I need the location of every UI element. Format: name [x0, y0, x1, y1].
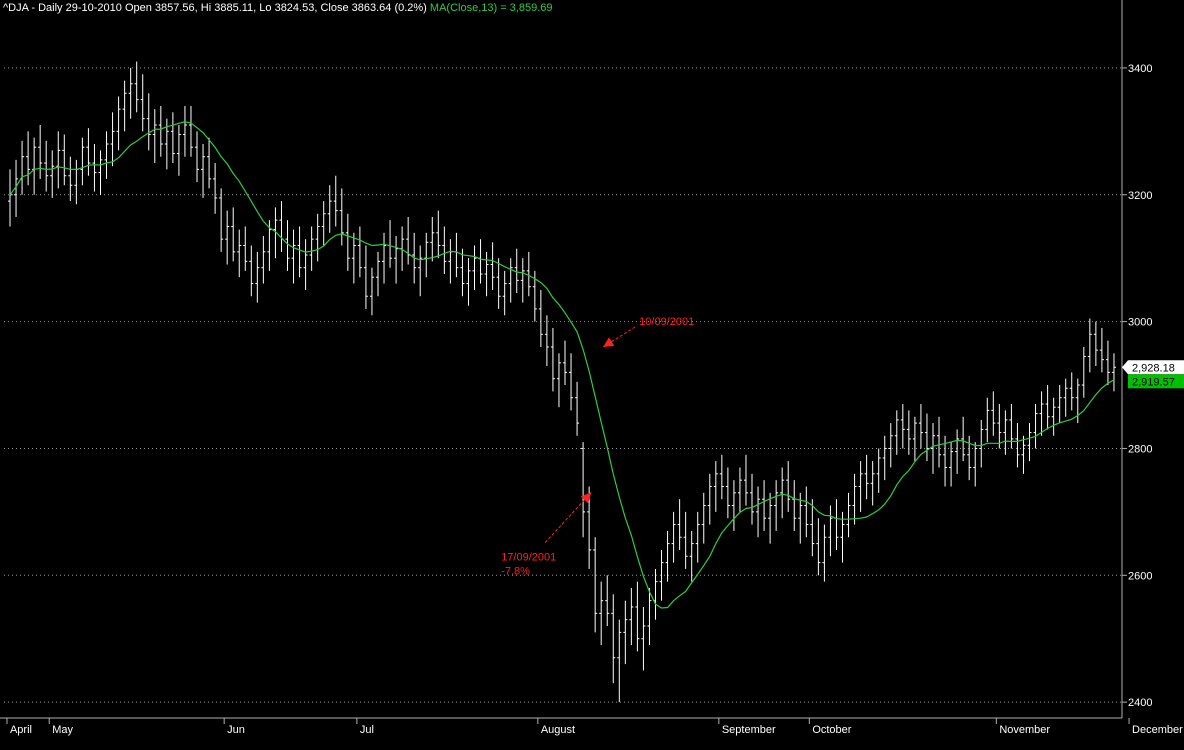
x-month-label: May	[52, 724, 73, 736]
annotation-arrow-2-line	[544, 492, 592, 543]
x-month-label: November	[999, 724, 1050, 736]
last-ma-label: 2,919.57	[1132, 376, 1175, 388]
annotation-label-2b: -7.8%	[501, 566, 530, 578]
last-price-label: 2,928.18	[1132, 362, 1175, 374]
x-month-label: Jul	[360, 724, 374, 736]
annotation-arrow-1-head	[603, 337, 615, 347]
y-tick-label: 2600	[1128, 570, 1152, 582]
y-tick-label: 2800	[1128, 443, 1152, 455]
y-tick-label: 3200	[1128, 190, 1152, 202]
x-month-label: August	[541, 724, 575, 736]
y-tick-label: 2400	[1128, 697, 1152, 709]
y-tick-label: 3000	[1128, 317, 1152, 329]
annotation-label-2: 17/09/2001	[501, 552, 556, 564]
x-month-label: September	[722, 724, 776, 736]
annotation-label-1: 10/09/2001	[639, 316, 694, 328]
x-month-label: December	[1132, 724, 1183, 736]
x-month-label: April	[10, 724, 32, 736]
x-month-label: October	[812, 724, 851, 736]
y-tick-label: 3400	[1128, 63, 1152, 75]
x-month-label: Jun	[227, 724, 245, 736]
price-chart[interactable]: 2400 2600 2800 3000 3200 3400 April May Jun Jul Au…	[0, 0, 1184, 750]
